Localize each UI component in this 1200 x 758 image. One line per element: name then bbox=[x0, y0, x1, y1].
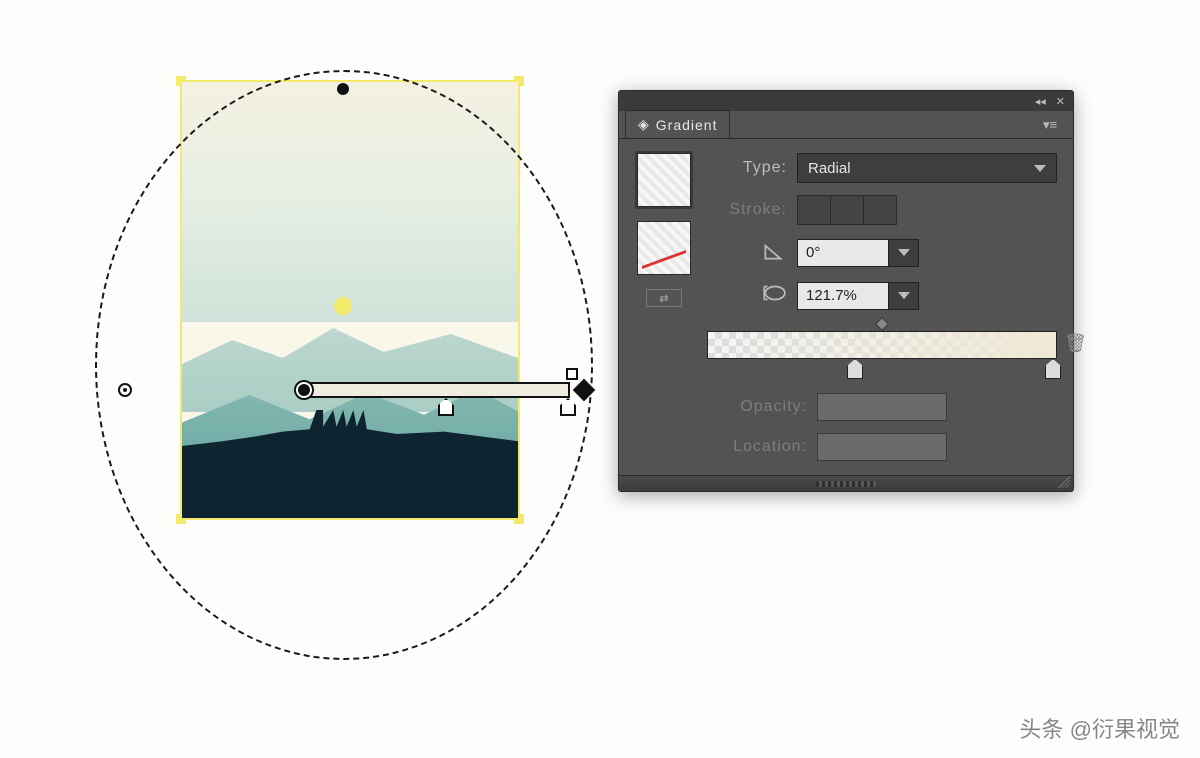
trash-icon[interactable]: 🗑 bbox=[1064, 333, 1087, 354]
panel-drag-grip[interactable] bbox=[816, 481, 876, 487]
opacity-field[interactable] bbox=[817, 393, 947, 421]
angle-icon-cell bbox=[707, 237, 787, 268]
type-select[interactable]: Radial bbox=[797, 153, 1057, 183]
gradient-annotator[interactable] bbox=[282, 376, 592, 418]
stroke-align-along[interactable] bbox=[830, 195, 864, 225]
gradient-slider[interactable]: 🗑 bbox=[707, 331, 1057, 359]
ellipse-anchor-top[interactable] bbox=[337, 83, 349, 95]
panel-resize-handle[interactable] bbox=[1058, 476, 1070, 488]
type-label: Type: bbox=[707, 159, 787, 177]
panel-close-icon[interactable]: ✕ bbox=[1056, 95, 1065, 108]
gradient-end-handle[interactable] bbox=[573, 379, 596, 402]
aspect-icon-cell bbox=[707, 280, 787, 311]
fill-swatch[interactable] bbox=[637, 153, 691, 207]
aspect-ratio-icon bbox=[761, 280, 787, 306]
gradient-stop[interactable] bbox=[847, 359, 863, 379]
gradient-stop-handle[interactable] bbox=[560, 398, 576, 416]
gradient-panel: ◂◂ ✕ ◈ Gradient ▾≡ ⇄ Type: Radial Stroke… bbox=[618, 90, 1074, 492]
chevron-down-icon bbox=[898, 292, 910, 299]
angle-input[interactable] bbox=[797, 239, 919, 267]
gradient-stop-handle[interactable] bbox=[438, 398, 454, 416]
stroke-align-within[interactable] bbox=[797, 195, 831, 225]
gradient-origin-handle[interactable] bbox=[294, 380, 314, 400]
chevron-down-icon bbox=[898, 249, 910, 256]
angle-stepper[interactable] bbox=[889, 239, 919, 267]
aspect-input[interactable] bbox=[797, 282, 919, 310]
gradient-stop[interactable] bbox=[1045, 359, 1061, 379]
aspect-stepper[interactable] bbox=[889, 282, 919, 310]
stroke-swatch[interactable] bbox=[637, 221, 691, 275]
watermark: 头条 @衍果视觉 bbox=[1020, 712, 1180, 744]
dropdown-icon bbox=[1034, 165, 1046, 172]
swatch-column: ⇄ bbox=[633, 153, 695, 461]
panel-menu-icon[interactable]: ▾≡ bbox=[1043, 117, 1065, 131]
panel-footer bbox=[619, 475, 1073, 491]
stroke-align-across[interactable] bbox=[863, 195, 897, 225]
reverse-gradient-icon[interactable]: ⇄ bbox=[646, 289, 682, 307]
gradient-track[interactable] bbox=[707, 331, 1057, 359]
panel-topbar: ◂◂ ✕ bbox=[619, 91, 1073, 111]
gradient-annotator-bar[interactable] bbox=[304, 382, 570, 398]
panel-tab-row: ◈ Gradient ▾≡ bbox=[619, 111, 1073, 139]
type-value: Radial bbox=[808, 160, 851, 177]
gradient-icon: ◈ bbox=[638, 116, 650, 133]
location-label: Location: bbox=[707, 438, 807, 456]
opacity-label: Opacity: bbox=[707, 398, 807, 416]
stroke-align-group bbox=[797, 195, 897, 225]
panel-collapse-icon[interactable]: ◂◂ bbox=[1035, 95, 1046, 108]
gradient-aspect-handle[interactable] bbox=[566, 368, 578, 380]
tab-gradient[interactable]: ◈ Gradient bbox=[625, 110, 730, 138]
stroke-label: Stroke: bbox=[707, 201, 787, 219]
angle-icon bbox=[761, 237, 787, 263]
ellipse-anchor-left[interactable] bbox=[118, 383, 132, 397]
gradient-bounding-ellipse[interactable] bbox=[95, 70, 593, 660]
gradient-midpoint-handle[interactable] bbox=[875, 317, 889, 331]
tab-label: Gradient bbox=[656, 117, 718, 133]
canvas-area[interactable] bbox=[0, 0, 620, 758]
angle-field[interactable] bbox=[797, 239, 889, 267]
location-field[interactable] bbox=[817, 433, 947, 461]
aspect-field[interactable] bbox=[797, 282, 889, 310]
